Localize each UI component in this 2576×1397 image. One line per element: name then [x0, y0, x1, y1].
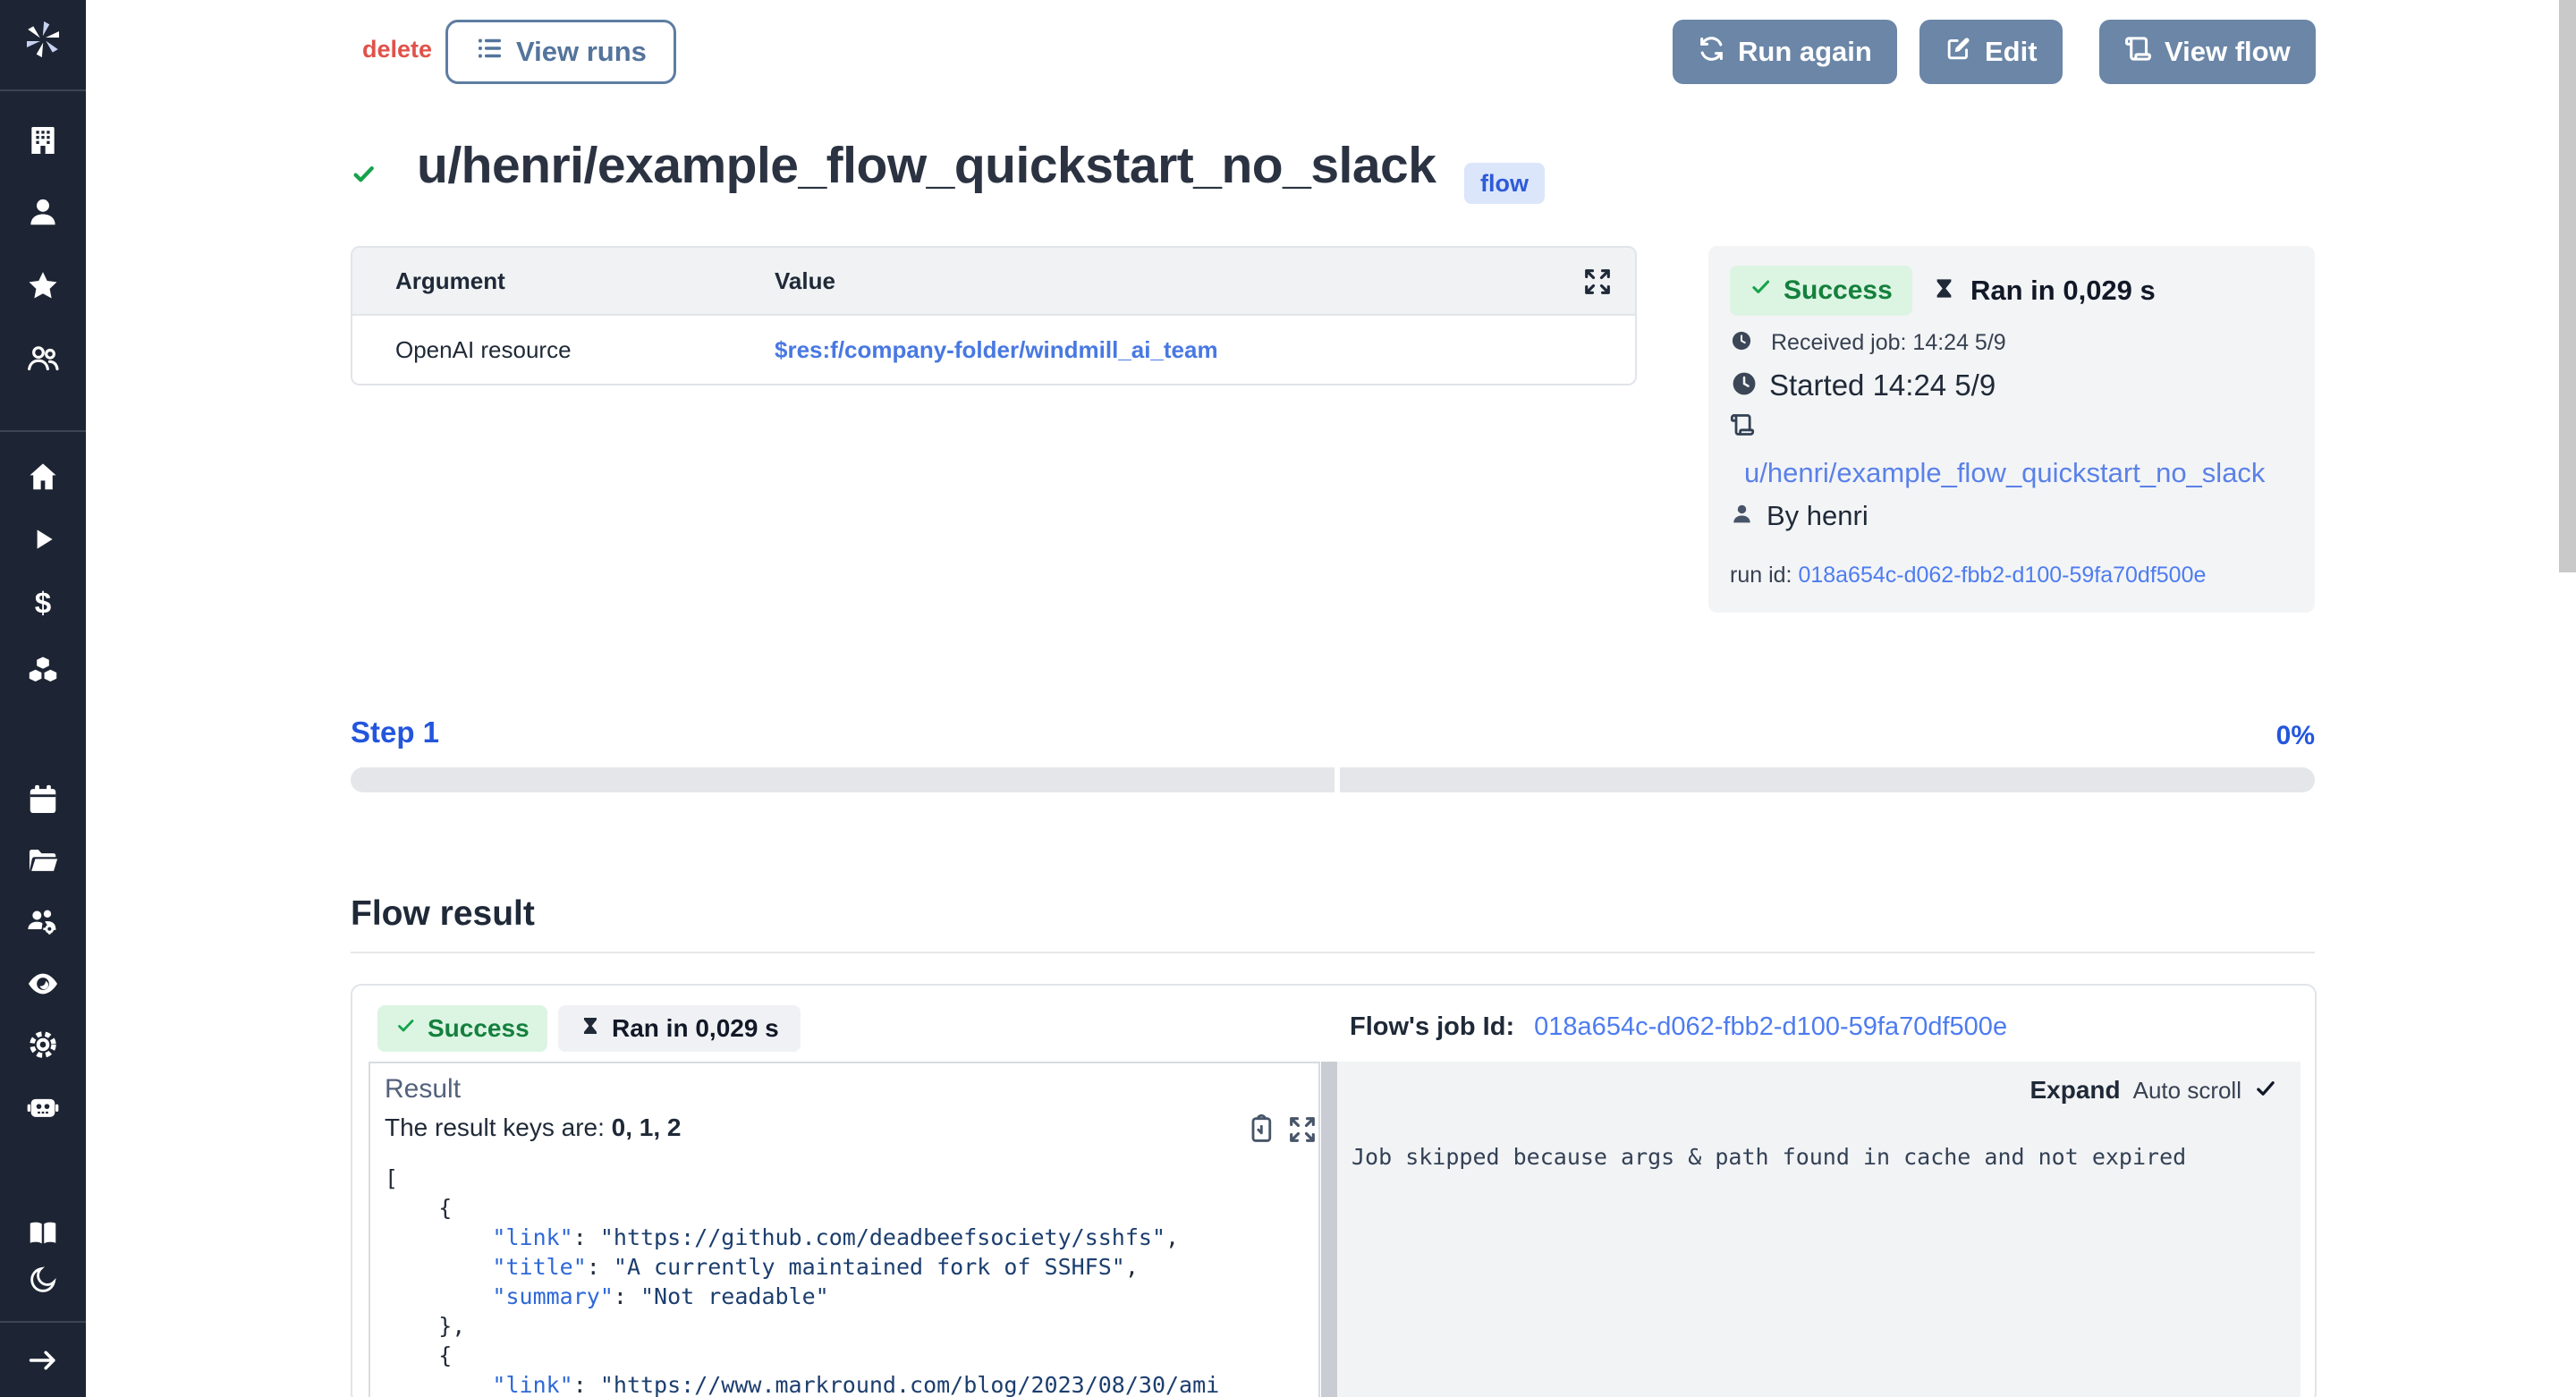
sidebar-divider [0, 1321, 86, 1323]
duration-row: Ran in 0,029 s [1932, 266, 2156, 316]
edit-button[interactable]: Edit [1919, 20, 2063, 84]
folder-open-icon[interactable] [0, 842, 86, 878]
log-text: Job skipped because args & path found in… [1352, 1144, 2186, 1170]
result-keys: The result keys are: 0, 1, 2 [385, 1113, 682, 1142]
run-id-link[interactable]: 018a654c-d062-fbb2-d100-59fa70df500e [1798, 563, 2206, 588]
person-icon [1730, 502, 1754, 530]
dollar-icon[interactable]: $ [0, 587, 86, 622]
flow-result-card: Success Ran in 0,029 s Flow's job Id: 01… [351, 984, 2317, 1397]
flow-path-link[interactable]: u/henri/example_flow_quickstart_no_slack [1744, 457, 2265, 489]
play-icon[interactable] [0, 521, 86, 557]
copy-clipboard-icon[interactable] [1245, 1113, 1277, 1150]
svg-text:$: $ [35, 588, 52, 621]
expand-result-icon[interactable] [1286, 1113, 1318, 1150]
sidebar-divider [0, 430, 86, 432]
result-duration-chip: Ran in 0,029 s [558, 1005, 801, 1052]
step-percent: 0% [2136, 721, 2315, 751]
argument-name: OpenAI resource [352, 336, 775, 364]
star-icon[interactable] [0, 268, 86, 304]
calendar-icon[interactable] [0, 782, 86, 817]
cubes-icon[interactable] [0, 653, 86, 689]
moon-icon[interactable] [0, 1262, 86, 1298]
hourglass-icon [580, 1014, 601, 1043]
eye-icon[interactable] [0, 966, 86, 1002]
panel-resize-handle[interactable] [1321, 1062, 1337, 1397]
check-icon [1750, 275, 1773, 306]
step-label[interactable]: Step 1 [351, 715, 439, 749]
delete-button[interactable]: delete [362, 36, 432, 64]
scroll-icon [2124, 35, 2152, 70]
check-icon[interactable] [2254, 1077, 2277, 1105]
log-controls: Expand Auto scroll [2029, 1076, 2277, 1105]
table-row: OpenAI resource $res:f/company-folder/wi… [352, 316, 1635, 384]
result-panel: Result The result keys are: 0, 1, 2 [ { … [369, 1062, 1320, 1397]
view-flow-button[interactable]: View flow [2099, 20, 2316, 84]
success-check-icon [351, 161, 377, 192]
run-again-button[interactable]: Run again [1673, 20, 1897, 84]
received-row: Received job: 14:24 5/9 [1730, 330, 2006, 355]
view-runs-button[interactable]: View runs [445, 20, 676, 84]
user-icon[interactable] [0, 194, 86, 230]
autoscroll-toggle[interactable]: Auto scroll [2133, 1077, 2241, 1105]
log-panel: Expand Auto scroll Job skipped because a… [1337, 1062, 2301, 1397]
status-card: Success Ran in 0,029 s Received job: 14:… [1708, 246, 2315, 613]
flow-result-heading: Flow result [351, 894, 535, 934]
clock-icon [1730, 369, 1758, 402]
refresh-icon [1698, 35, 1725, 70]
progress-bar-segment [1340, 767, 2315, 792]
scrollbar-thumb[interactable] [2559, 0, 2576, 572]
expand-table-icon[interactable] [1581, 266, 1614, 304]
clock-icon [1730, 329, 1753, 357]
page-title: u/henri/example_flow_quickstart_no_slack [417, 136, 1436, 195]
sidebar-divider [0, 89, 86, 91]
check-icon [395, 1014, 417, 1043]
users-gear-icon[interactable] [0, 904, 86, 940]
arrow-right-icon[interactable] [0, 1342, 86, 1378]
job-id-link[interactable]: 018a654c-d062-fbb2-d100-59fa70df500e [1534, 1012, 2007, 1041]
arguments-table: Argument Value OpenAI resource $res:f/co… [351, 246, 1637, 385]
windmill-logo-icon[interactable] [0, 20, 86, 59]
sidebar: $ [0, 0, 86, 1397]
job-id-row: Flow's job Id: 018a654c-d062-fbb2-d100-5… [1350, 1012, 2007, 1042]
arguments-table-header: Argument Value [352, 248, 1635, 316]
result-status-badge: Success [377, 1005, 547, 1052]
home-icon[interactable] [0, 459, 86, 495]
result-json: [ { "link": "https://github.com/deadbeef… [385, 1164, 1219, 1397]
started-row: Started 14:24 5/9 [1730, 369, 1996, 402]
list-icon [475, 34, 504, 70]
result-title: Result [385, 1074, 461, 1105]
edit-pencil-icon [1945, 35, 1972, 70]
hourglass-icon [1932, 276, 1956, 305]
robot-icon[interactable] [0, 1089, 86, 1125]
gear-icon[interactable] [0, 1027, 86, 1063]
user-group-icon[interactable] [0, 340, 86, 376]
divider [351, 952, 2315, 953]
log-expand-button[interactable]: Expand [2029, 1076, 2120, 1105]
progress-bar-segment [351, 767, 1335, 792]
flow-badge: flow [1464, 163, 1545, 204]
building-icon[interactable] [0, 123, 86, 158]
column-value: Value [775, 267, 835, 295]
status-badge: Success [1730, 266, 1912, 316]
resource-link[interactable]: $res:f/company-folder/windmill_ai_team [775, 336, 1218, 364]
author-row: By henri [1730, 502, 1868, 530]
scroll-icon [1730, 412, 1755, 442]
windmill-run-page: $ delete [0, 0, 2576, 1397]
run-id-row: run id: 018a654c-d062-fbb2-d100-59fa70df… [1730, 563, 2206, 588]
column-argument: Argument [352, 267, 775, 295]
book-open-icon[interactable] [0, 1215, 86, 1251]
